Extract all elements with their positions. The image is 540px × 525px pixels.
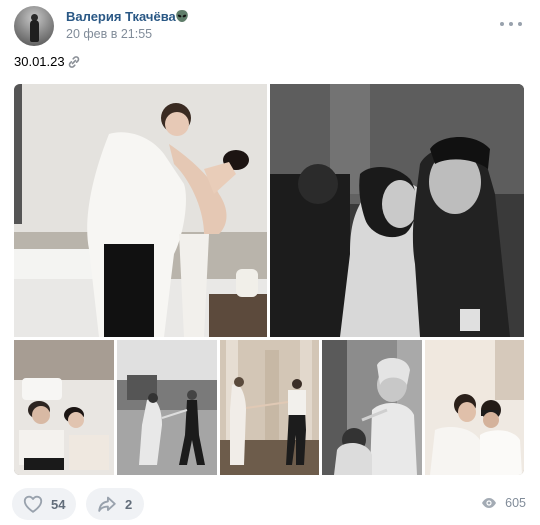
share-arrow-icon (98, 496, 116, 512)
avatar-figure-body (30, 20, 39, 42)
post-photo-1[interactable] (14, 84, 267, 337)
dot (509, 22, 513, 26)
share-count: 2 (125, 496, 133, 512)
like-button[interactable]: 54 (12, 488, 76, 520)
link-icon (68, 56, 80, 68)
photo-image (425, 340, 524, 475)
post-text: 30.01.23 (14, 54, 65, 69)
post-photo-4[interactable] (117, 340, 217, 475)
photo-image (14, 84, 267, 337)
views-counter: 605 (481, 496, 526, 510)
photo-image (14, 340, 114, 475)
post-photo-7[interactable] (425, 340, 524, 475)
author-name[interactable]: Валерия Ткачёва (66, 9, 176, 24)
views-count: 605 (505, 496, 526, 510)
photo-image (220, 340, 319, 475)
post-photo-5[interactable] (220, 340, 319, 475)
photo-image (270, 84, 524, 337)
author-avatar[interactable] (14, 6, 54, 46)
dot (518, 22, 522, 26)
photo-image (117, 340, 217, 475)
eye-icon (482, 498, 497, 508)
photo-image (322, 340, 422, 475)
dot (500, 22, 504, 26)
alien-icon (176, 10, 188, 22)
post-photo-3[interactable] (14, 340, 114, 475)
post-photo-2[interactable] (270, 84, 524, 337)
wall-post: Валерия Ткачёва 20 фев в 21:55 30.01.23 (0, 0, 540, 525)
more-dots-icon[interactable] (500, 16, 522, 32)
post-photo-6[interactable] (322, 340, 422, 475)
post-date[interactable]: 20 фев в 21:55 (66, 27, 152, 41)
share-button[interactable]: 2 (86, 488, 144, 520)
heart-icon (23, 495, 43, 513)
like-count: 54 (51, 496, 66, 512)
